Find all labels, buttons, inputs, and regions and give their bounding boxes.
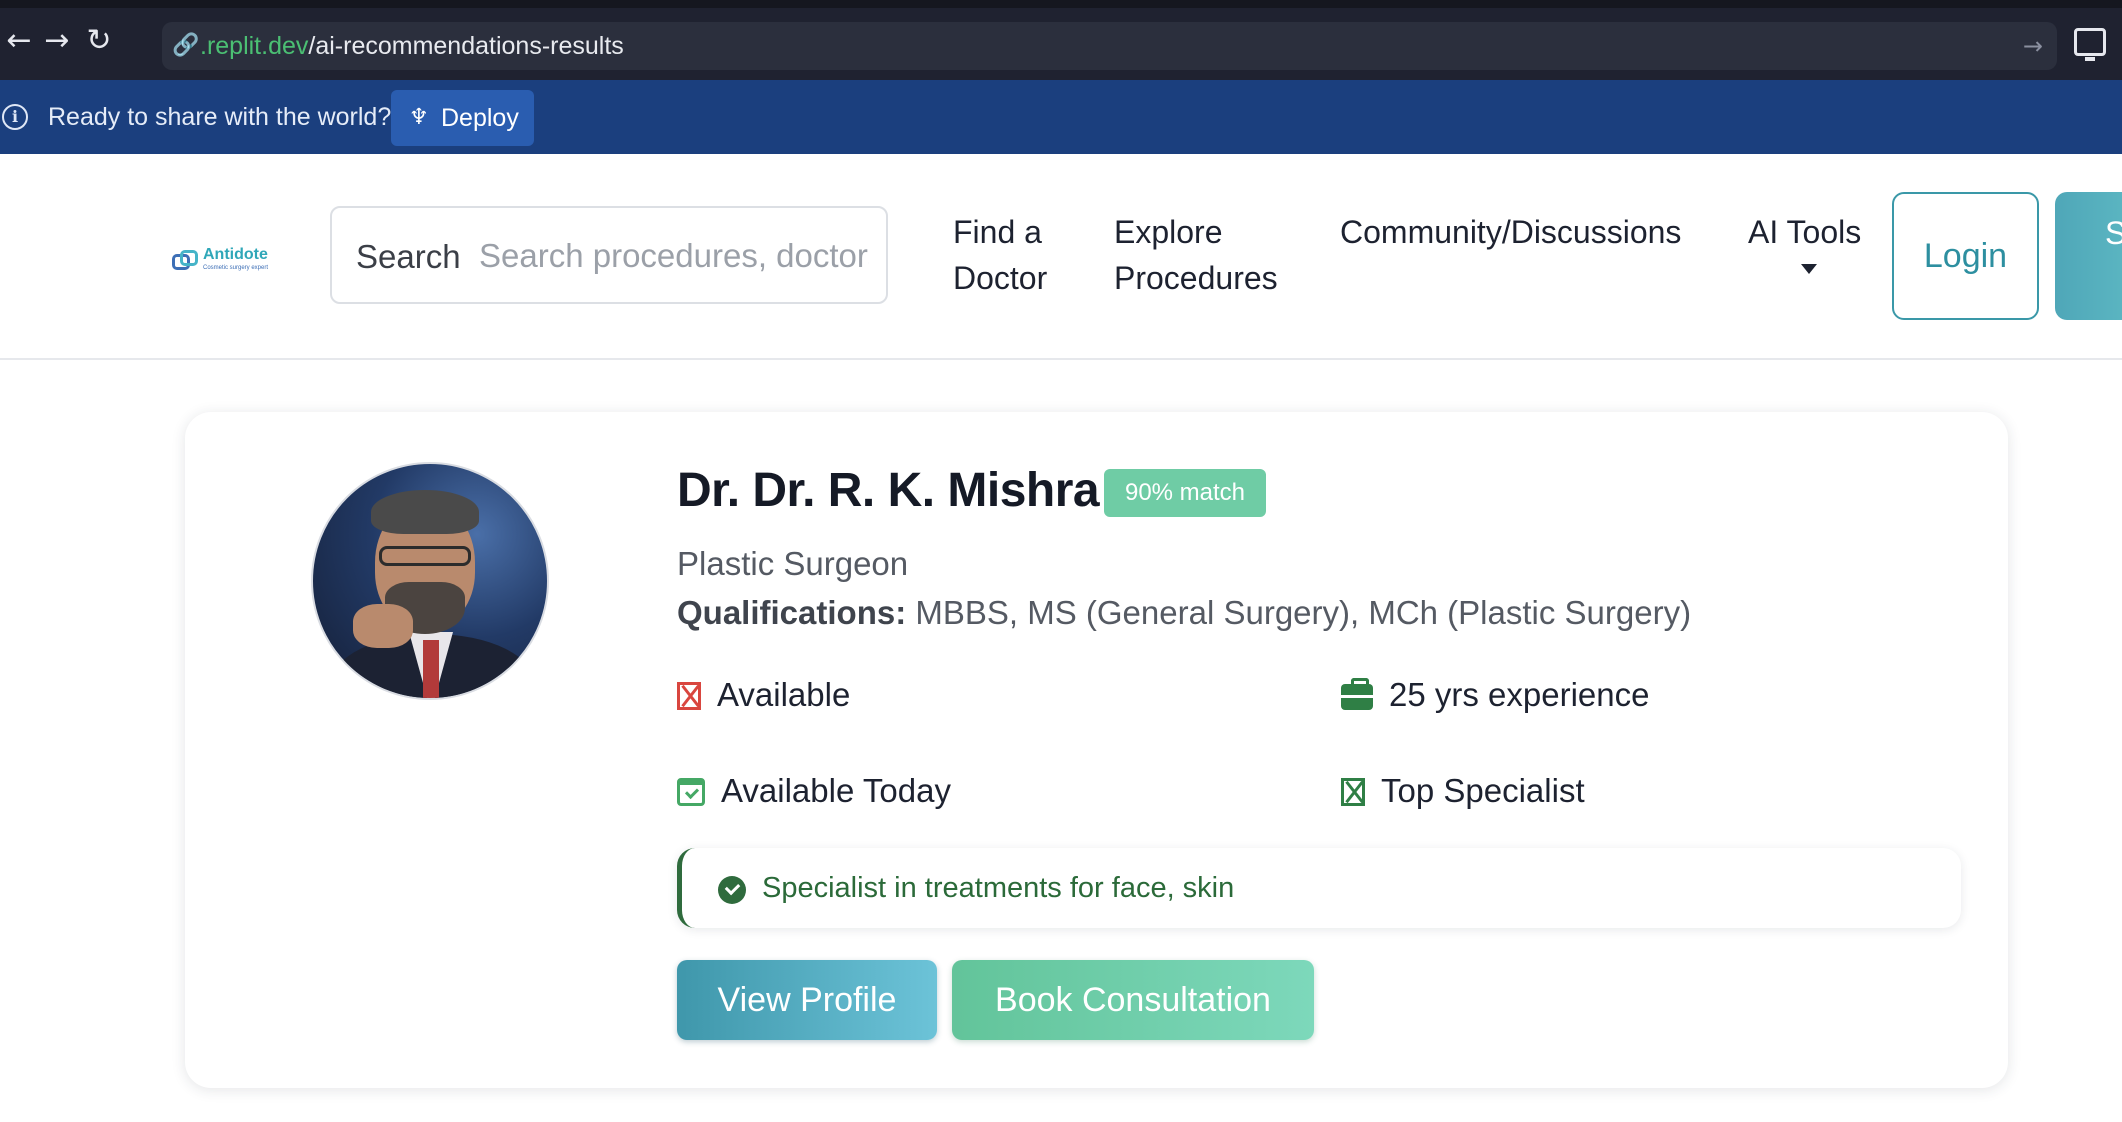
info-icon: i <box>2 104 28 130</box>
search-input[interactable] <box>479 232 869 280</box>
signup-button[interactable]: S <box>2055 192 2122 320</box>
search-label: Search <box>356 238 461 275</box>
qualifications-value: MBBS, MS (General Surgery), MCh (Plastic… <box>915 594 1692 631</box>
calendar-check-icon <box>677 778 705 806</box>
availability-text: Available <box>717 676 851 713</box>
view-profile-button[interactable]: View Profile <box>677 960 937 1040</box>
back-arrow-icon[interactable]: ← <box>4 26 34 56</box>
caret-down-icon[interactable] <box>1801 264 1817 274</box>
deploy-button[interactable]: ♆ Deploy <box>391 90 534 146</box>
x-box-icon <box>677 682 701 710</box>
logo[interactable]: Antidote Cosmetic surgery expert <box>172 244 277 278</box>
available-today-text: Available Today <box>721 772 951 809</box>
search-box: Search <box>330 206 888 304</box>
nav-community[interactable]: Community/Discussions <box>1340 209 1681 255</box>
x-box-icon <box>1341 778 1365 806</box>
specialty-highlight: Specialist in treatments for face, skin <box>677 848 1961 928</box>
doctor-name: Dr. Dr. R. K. Mishra <box>677 464 1100 517</box>
logo-name: Antidote <box>203 246 268 263</box>
forward-arrow-icon[interactable]: → <box>42 26 72 56</box>
tab-strip <box>0 0 2122 8</box>
logo-tagline: Cosmetic surgery expert <box>203 265 269 271</box>
nav-find-doctor[interactable]: Find a Doctor <box>953 209 1063 301</box>
highlight-text: Specialist in treatments for face, skin <box>762 872 1235 904</box>
doctor-specialty: Plastic Surgeon <box>677 545 909 582</box>
check-circle-icon <box>718 876 746 904</box>
deploy-banner: i Ready to share with the world? ♆ Deplo… <box>0 80 2122 154</box>
url-host: .replit.dev <box>200 32 309 60</box>
go-arrow-icon[interactable]: → <box>2023 31 2043 61</box>
reload-icon[interactable]: ↻ <box>84 26 114 56</box>
login-button[interactable]: Login <box>1892 192 2039 320</box>
deploy-label: Deploy <box>441 104 519 132</box>
url-path: /ai-recommendations-results <box>308 32 624 60</box>
banner-message: Ready to share with the world? <box>48 103 392 131</box>
nav-explore-procedures[interactable]: Explore Procedures <box>1114 209 1294 301</box>
book-consultation-button[interactable]: Book Consultation <box>952 960 1314 1040</box>
address-bar[interactable]: 🔗 .replit.dev/ai-recommendations-results… <box>162 22 2057 70</box>
qualifications-label: Qualifications: <box>677 594 907 631</box>
url-text[interactable]: .replit.dev/ai-recommendations-results <box>200 31 624 61</box>
experience-text: 25 yrs experience <box>1389 676 1650 713</box>
briefcase-icon <box>1341 678 1373 710</box>
match-badge: 90% match <box>1104 469 1266 517</box>
desktop-icon[interactable] <box>2074 28 2106 61</box>
doctor-avatar <box>311 462 549 700</box>
doctor-card: Dr. Dr. R. K. Mishra 90% match Plastic S… <box>185 412 2008 1088</box>
doctor-qualifications: Qualifications: MBBS, MS (General Surger… <box>677 592 1691 634</box>
top-specialist-text: Top Specialist <box>1381 772 1585 809</box>
link-icon: 🔗 <box>172 33 200 58</box>
logo-mark-icon <box>172 250 200 272</box>
site-header: Antidote Cosmetic surgery expert Search … <box>0 154 2122 360</box>
deploy-icon: ♆ <box>409 105 429 130</box>
browser-toolbar: ← → ↻ 🔗 .replit.dev/ai-recommendations-r… <box>0 0 2122 80</box>
nav-ai-tools[interactable]: AI Tools <box>1748 209 1861 255</box>
